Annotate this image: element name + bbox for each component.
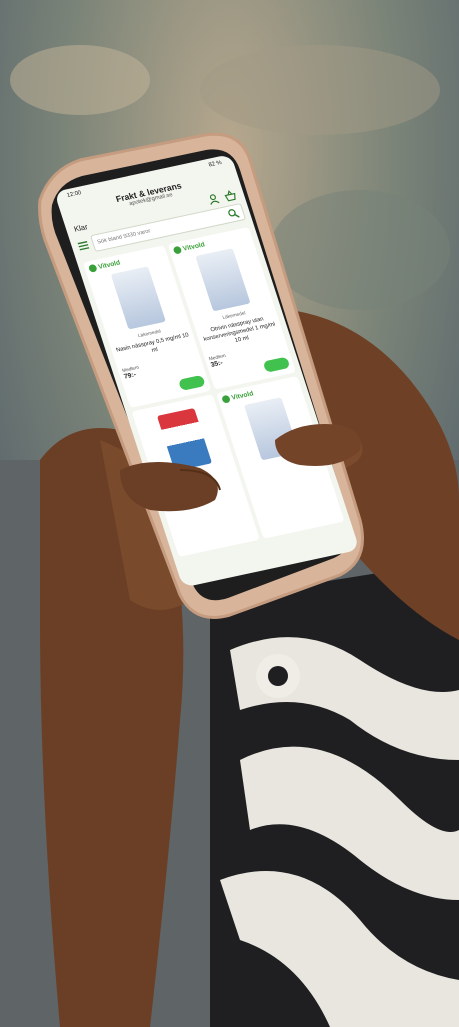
battery-indicator: 82 % xyxy=(208,160,223,169)
product-image xyxy=(194,248,251,312)
product-image xyxy=(110,266,166,330)
brand-name: Vitvold xyxy=(230,390,255,402)
add-to-cart-button[interactable] xyxy=(262,356,291,373)
user-icon[interactable] xyxy=(206,192,221,205)
brand-leaf-icon xyxy=(87,263,98,273)
brand-leaf-icon xyxy=(172,245,183,255)
search-icon[interactable] xyxy=(226,207,241,220)
product-image xyxy=(243,397,299,461)
add-to-cart-button[interactable] xyxy=(177,374,206,391)
brand-name: Vitvold xyxy=(181,241,206,253)
product-image xyxy=(156,408,212,472)
status-time: 12:00 xyxy=(66,190,83,199)
brand-name: Vitvold xyxy=(97,259,122,271)
brand-leaf-icon xyxy=(221,394,231,404)
basket-icon[interactable] xyxy=(223,189,238,202)
menu-icon[interactable] xyxy=(76,239,91,252)
